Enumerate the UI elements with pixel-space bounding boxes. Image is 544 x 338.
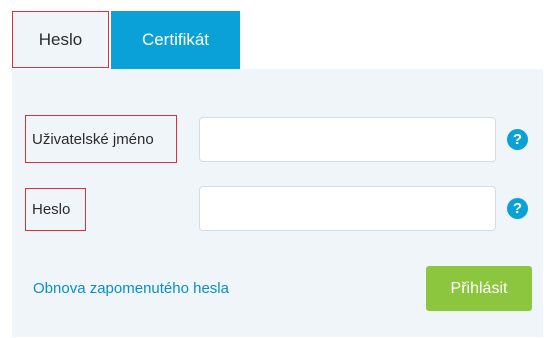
tab-certificate[interactable]: Certifikát bbox=[111, 11, 240, 69]
recover-password-link[interactable]: Obnova zapomenutého hesla bbox=[33, 280, 229, 297]
tab-certificate-label: Certifikát bbox=[141, 30, 210, 49]
login-button[interactable]: Přihlásit bbox=[426, 266, 532, 311]
username-label: Uživatelské jméno bbox=[25, 115, 177, 163]
question-circle-icon[interactable]: ? bbox=[507, 198, 528, 219]
password-input[interactable] bbox=[199, 186, 496, 231]
password-label: Heslo bbox=[25, 188, 86, 231]
question-circle-icon[interactable]: ? bbox=[507, 129, 528, 150]
tab-password[interactable]: Heslo bbox=[12, 11, 109, 68]
username-input[interactable] bbox=[199, 117, 496, 162]
tab-password-label: Heslo bbox=[38, 29, 83, 49]
